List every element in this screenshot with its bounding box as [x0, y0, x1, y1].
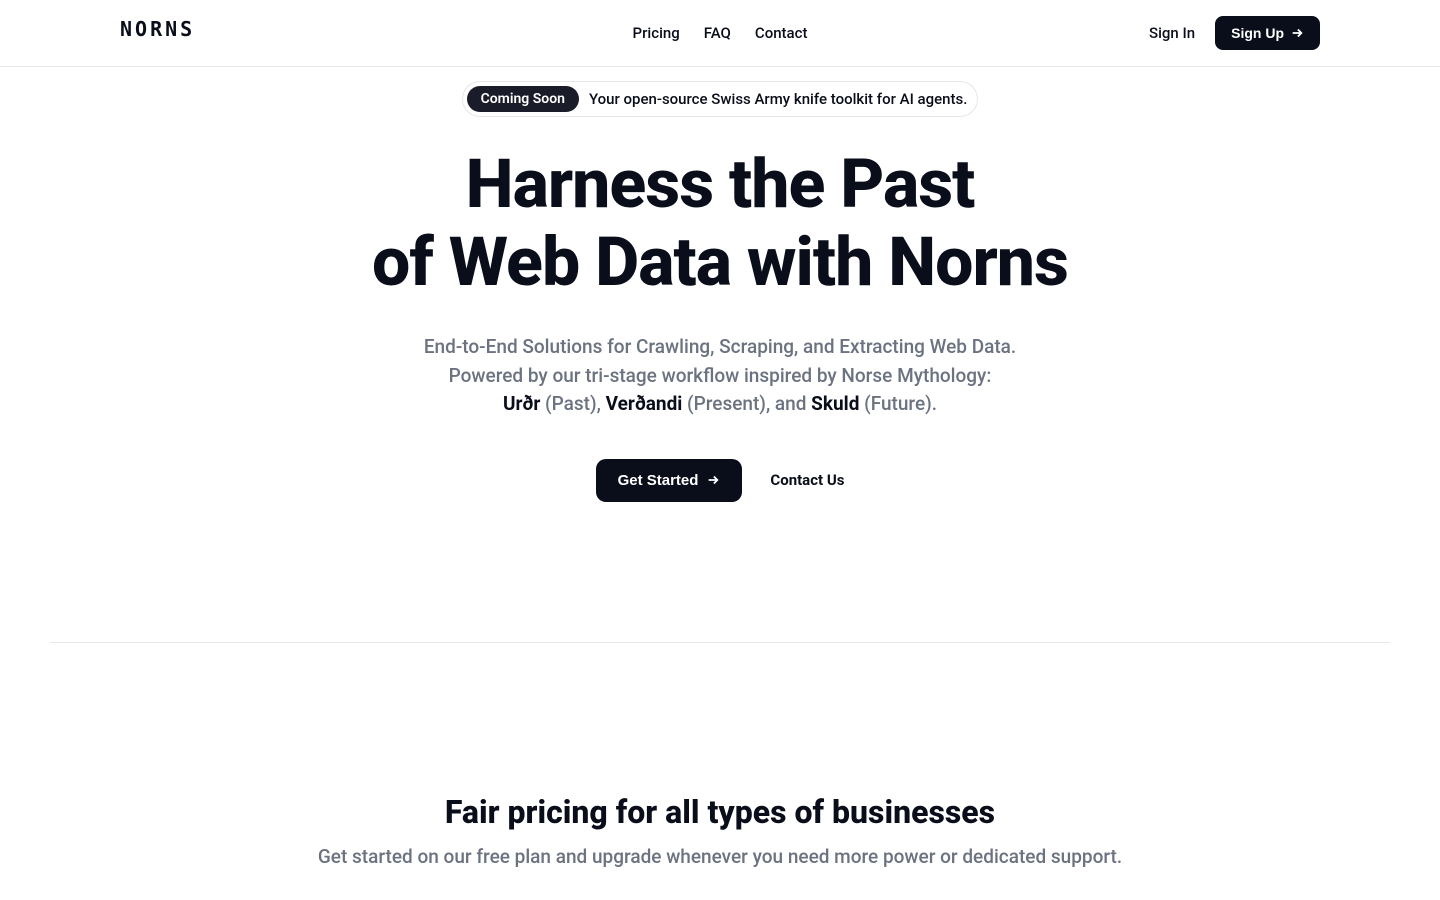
- get-started-button[interactable]: Get Started: [596, 459, 743, 502]
- svg-text:NORNS: NORNS: [120, 20, 195, 40]
- mythology-skuld: Skuld: [811, 392, 859, 415]
- nav-faq[interactable]: FAQ: [704, 24, 731, 42]
- coming-soon-badge: Coming Soon: [467, 86, 579, 112]
- pricing-title: Fair pricing for all types of businesses: [0, 793, 1440, 831]
- announcement-banner[interactable]: Coming Soon Your open-source Swiss Army …: [462, 81, 979, 117]
- hero-title-line2: of Web Data with Norns: [372, 222, 1068, 302]
- hero-title: Harness the Past of Web Data with Norns: [0, 145, 1440, 301]
- sign-up-button[interactable]: Sign Up: [1215, 16, 1320, 50]
- mythology-urdr-desc: (Past),: [540, 392, 605, 415]
- subtitle-line1: End-to-End Solutions for Crawling, Scrap…: [424, 335, 1016, 358]
- arrow-right-icon: [1290, 26, 1304, 40]
- mythology-verdandi-desc: (Present), and: [682, 392, 811, 415]
- mythology-skuld-desc: (Future).: [859, 392, 937, 415]
- subtitle-line2: Powered by our tri-stage workflow inspir…: [449, 364, 992, 387]
- nav-center: Pricing FAQ Contact: [633, 24, 808, 42]
- pricing-section: Fair pricing for all types of businesses…: [0, 643, 1440, 868]
- get-started-label: Get Started: [618, 472, 699, 489]
- sign-in-link[interactable]: Sign In: [1149, 24, 1195, 42]
- contact-us-link[interactable]: Contact Us: [770, 471, 844, 489]
- cta-row: Get Started Contact Us: [0, 459, 1440, 502]
- arrow-right-icon: [706, 473, 720, 487]
- nav-contact[interactable]: Contact: [755, 24, 808, 42]
- logo[interactable]: NORNS: [120, 20, 216, 47]
- header: NORNS Pricing FAQ Contact Sign In Sign U…: [0, 0, 1440, 67]
- hero-subtitle: End-to-End Solutions for Crawling, Scrap…: [0, 333, 1440, 419]
- mythology-verdandi: Verðandi: [606, 392, 683, 415]
- announcement-text: Your open-source Swiss Army knife toolki…: [589, 90, 967, 108]
- pricing-subtitle: Get started on our free plan and upgrade…: [0, 845, 1440, 868]
- logo-icon: NORNS: [120, 20, 216, 40]
- sign-up-label: Sign Up: [1231, 25, 1284, 41]
- hero-title-line1: Harness the Past: [466, 144, 975, 224]
- nav-right: Sign In Sign Up: [1149, 16, 1320, 50]
- mythology-urdr: Urðr: [503, 392, 540, 415]
- nav-pricing[interactable]: Pricing: [633, 24, 680, 42]
- hero-section: Coming Soon Your open-source Swiss Army …: [0, 67, 1440, 502]
